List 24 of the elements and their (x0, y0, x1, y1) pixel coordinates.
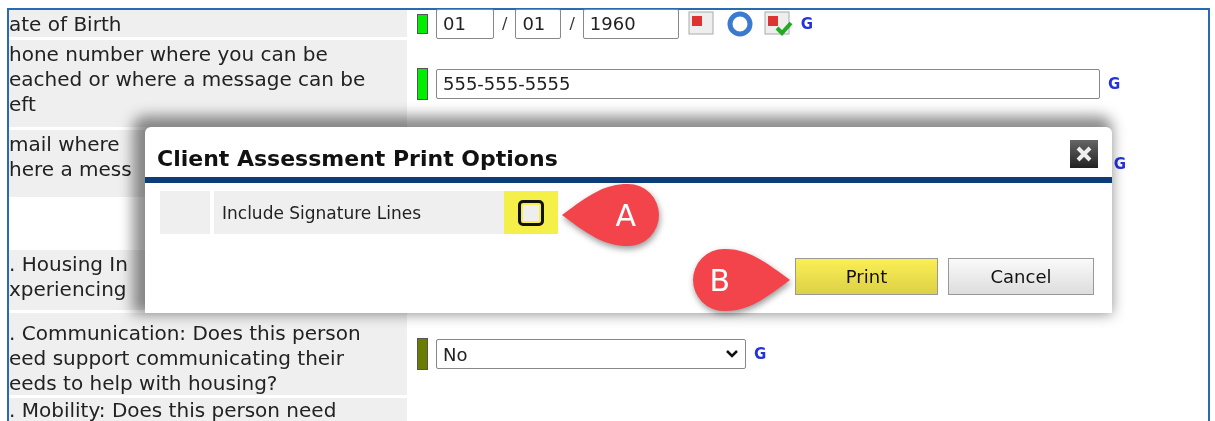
calendar-check-icon[interactable] (762, 9, 793, 38)
year-field[interactable]: 1960 (582, 8, 679, 39)
print-button[interactable]: Print (795, 258, 938, 295)
chevron-down-icon (725, 349, 739, 359)
close-button[interactable] (1070, 140, 1098, 168)
g-link[interactable]: G (800, 14, 814, 33)
field-label: . Communication: Does this person eed support communicating their eeds to help with housing? (9, 313, 407, 395)
option-label: Include Signature Lines (214, 191, 504, 234)
month-field[interactable]: 01 (436, 8, 494, 39)
day-field[interactable]: 01 (515, 8, 562, 39)
select-field[interactable]: No (436, 339, 746, 369)
g-link[interactable]: G (1113, 154, 1126, 173)
g-link[interactable]: G (754, 345, 767, 363)
phone-field[interactable]: 555-555-5555 (436, 68, 1100, 99)
calendar-icon[interactable] (686, 9, 717, 38)
cancel-button[interactable]: Cancel (948, 258, 1094, 295)
field-label: . Mobility: Does this person need (9, 398, 407, 421)
field-label: hone number where you can be eached or where a message can be eft (9, 40, 407, 127)
date-separator: / (502, 14, 508, 33)
g-link[interactable]: G (1108, 74, 1121, 93)
signature-checkbox[interactable] (518, 199, 544, 226)
field-label: ate of Birth (9, 10, 407, 37)
close-icon (1075, 145, 1093, 163)
date-separator: / (569, 14, 575, 33)
